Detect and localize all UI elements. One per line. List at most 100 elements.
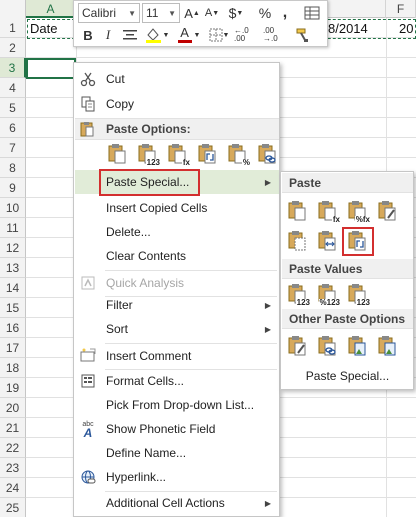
borders-button[interactable]: ▼ (207, 25, 231, 45)
grow-font-button[interactable]: A ▲ (183, 3, 201, 23)
menu-item-label: Format Cells... (106, 374, 185, 388)
borders-icon (209, 28, 223, 42)
comma-style-button[interactable]: , (279, 3, 291, 23)
submenu-values[interactable]: 123 (285, 281, 311, 307)
menu-item-delete[interactable]: Delete... (75, 220, 279, 244)
row-header-19[interactable]: 19 (0, 378, 26, 398)
row-header-17[interactable]: 17 (0, 338, 26, 358)
row-header-9[interactable]: 9 (0, 178, 26, 198)
menu-item-quick-analysis[interactable]: Quick Analysis (75, 271, 279, 295)
row-header-14[interactable]: 14 (0, 278, 26, 298)
row-header-3[interactable]: 3 (0, 58, 26, 78)
cell-a1[interactable]: Date (30, 19, 57, 39)
paste-option-formatting[interactable]: % (225, 141, 251, 167)
row-header-7[interactable]: 7 (0, 138, 26, 158)
font-size-dropdown[interactable]: 11 ▼ (142, 3, 180, 23)
active-cell-a3[interactable] (26, 58, 76, 79)
menu-item-hyperlink[interactable]: Hyperlink... (75, 465, 279, 489)
format-table-button[interactable] (302, 3, 322, 23)
column-header-f[interactable]: F (386, 0, 416, 18)
row-header-21[interactable]: 21 (0, 418, 26, 438)
paste-option-values[interactable]: 123 (135, 141, 161, 167)
font-name-dropdown[interactable]: Calibri ▼ (78, 3, 140, 23)
row-header-4[interactable]: 4 (0, 78, 26, 98)
menu-item-copy[interactable]: Copy (75, 92, 279, 116)
shrink-font-button[interactable]: A ▼ (203, 3, 221, 23)
row-header-15[interactable]: 15 (0, 298, 26, 318)
fill-color-button[interactable]: ▼ (143, 25, 171, 45)
row-header-18[interactable]: 18 (0, 358, 26, 378)
paste-option-paste[interactable] (105, 141, 131, 167)
row-header-13[interactable]: 13 (0, 258, 26, 278)
shrink-font-glyph: A (204, 7, 213, 19)
format-painter-button[interactable] (292, 25, 314, 45)
column-header-a[interactable]: A (26, 0, 76, 18)
submenu-no-borders[interactable] (285, 228, 311, 254)
menu-item-format-cells[interactable]: Format Cells... (75, 369, 279, 393)
submenu-values-source-formatting[interactable]: 123 (345, 281, 371, 307)
row-header-12[interactable]: 12 (0, 238, 26, 258)
menu-item-pick-from-dropdown[interactable]: Pick From Drop-down List... (75, 393, 279, 417)
menu-item-label: Pick From Drop-down List... (106, 398, 255, 412)
row-header-10[interactable]: 10 (0, 198, 26, 218)
italic-button[interactable]: I (99, 25, 117, 45)
cell-e1[interactable]: 8/2014 (328, 19, 368, 39)
row-header-23[interactable]: 23 (0, 458, 26, 478)
submenu-values-number-formatting[interactable]: %123 (315, 281, 341, 307)
submenu-paste-formulas[interactable]: fx (315, 198, 341, 224)
menu-item-cut[interactable]: Cut (75, 67, 279, 91)
menu-item-clear-contents[interactable]: Clear Contents (75, 244, 279, 268)
row-header-8[interactable]: 8 (0, 158, 26, 178)
grow-font-glyph: A (184, 5, 193, 21)
menu-item-insert-comment[interactable]: Insert Comment (75, 344, 279, 368)
row-header-22[interactable]: 22 (0, 438, 26, 458)
row-header-24[interactable]: 24 (0, 478, 26, 498)
align-center-button[interactable] (120, 25, 140, 45)
currency-button[interactable]: $ ▼ (225, 3, 247, 23)
submenu-paste-link[interactable] (315, 333, 341, 359)
paste-badge: % (241, 158, 251, 167)
chevron-down-icon: ▼ (168, 8, 176, 18)
context-menu: Cut Copy Paste Options: 123 fx% Paste Spe… (73, 62, 280, 517)
submenu-formatting[interactable] (285, 333, 311, 359)
submenu-linked-picture[interactable] (375, 333, 401, 359)
font-color-glyph: A (180, 25, 189, 40)
row-header-2[interactable]: 2 (0, 38, 26, 58)
submenu-keep-column-widths[interactable] (315, 228, 341, 254)
submenu-keep-source-formatting[interactable] (375, 198, 401, 224)
menu-item-filter[interactable]: Filter ▶ (75, 293, 279, 317)
menu-item-show-phonetic-field[interactable]: abc A Show Phonetic Field (75, 417, 279, 441)
row-header-5[interactable]: 5 (0, 98, 26, 118)
row-header-11[interactable]: 11 (0, 218, 26, 238)
cell-f1[interactable]: 20 (399, 19, 413, 39)
paste-special-dialog-link[interactable]: Paste Special... (282, 365, 413, 387)
row-header-16[interactable]: 16 (0, 318, 26, 338)
chevron-right-icon: ▶ (264, 498, 271, 508)
menu-item-sort[interactable]: Sort ▶ (75, 317, 279, 341)
percent-button[interactable]: % (255, 3, 275, 23)
paste-badge: 123 (355, 298, 371, 307)
paste-badge: %fx (354, 215, 371, 224)
paste-option-link[interactable] (255, 141, 281, 167)
decrease-decimal-button[interactable]: .00 →.0 (263, 25, 289, 45)
font-color-button[interactable]: A ▼ (175, 25, 203, 45)
row-header-1[interactable]: 1 (0, 18, 26, 38)
row-header-20[interactable]: 20 (0, 398, 26, 418)
increase-decimal-button[interactable]: ←.0 .00 (234, 25, 260, 45)
align-center-icon (123, 30, 137, 40)
menu-item-define-name[interactable]: Define Name... (75, 441, 279, 465)
submenu-paste[interactable] (285, 198, 311, 224)
menu-item-insert-copied-cells[interactable]: Insert Copied Cells (75, 196, 279, 220)
submenu-paste-formulas-number-formatting[interactable]: %fx (345, 198, 371, 224)
scissors-icon (79, 70, 97, 88)
submenu-picture[interactable] (345, 333, 371, 359)
bold-button[interactable]: B (79, 25, 97, 45)
paste-option-formulas[interactable]: fx (165, 141, 191, 167)
row-header-25[interactable]: 25 (0, 498, 26, 517)
font-color-swatch (177, 40, 192, 43)
paste-option-transpose[interactable] (195, 141, 221, 167)
comma-glyph: , (282, 4, 288, 21)
row-header-6[interactable]: 6 (0, 118, 26, 138)
select-all-corner[interactable] (0, 0, 26, 18)
menu-item-additional-cell-actions[interactable]: Additional Cell Actions ▶ (75, 491, 279, 515)
